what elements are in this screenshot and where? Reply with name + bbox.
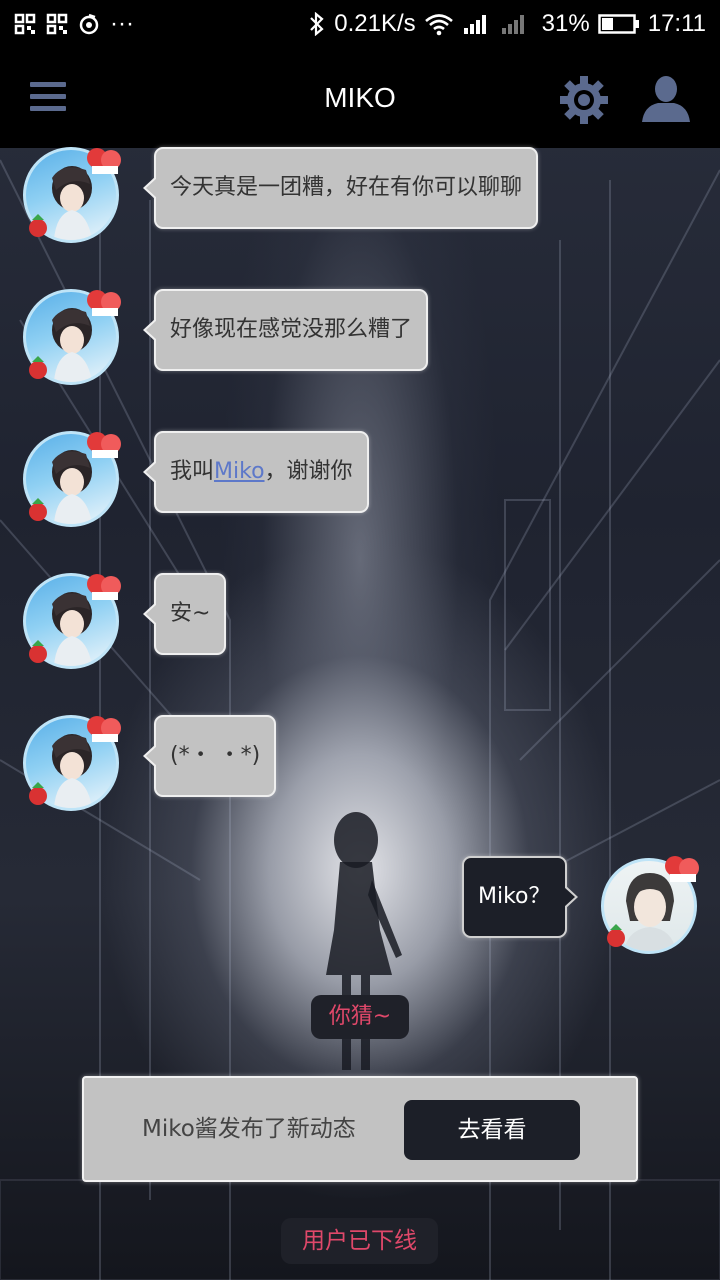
message-row: (*・ ・*): [0, 708, 720, 811]
wifi-icon: [424, 11, 454, 37]
message-bubble: Miko？: [462, 856, 577, 938]
strawberry-icon: [87, 574, 121, 600]
qr-code-icon: [46, 11, 68, 37]
strawberry-icon: [87, 148, 121, 174]
battery-percent: 31%: [541, 10, 590, 37]
message-bubble: 安~: [142, 573, 227, 655]
page-title: MIKO: [324, 82, 396, 113]
message-row: 我叫Miko，谢谢你: [0, 424, 720, 527]
message-bubble: (*・ ・*): [142, 715, 277, 797]
message-bubble: 好像现在感觉没那么糟了: [142, 289, 429, 371]
hint-pill[interactable]: 你猜~: [311, 995, 409, 1039]
strawberry-icon: [29, 782, 47, 805]
overflow-indicator: ···: [110, 10, 134, 37]
message-row: 好像现在感觉没那么糟了: [0, 282, 720, 385]
strawberry-icon: [87, 290, 121, 316]
notification-text: Miko酱发布了新动态: [142, 1116, 356, 1142]
bluetooth-icon: [308, 11, 326, 37]
network-speed: 0.21K/s: [334, 10, 416, 37]
message-bubble: 今天真是一团糟，好在有你可以聊聊: [142, 147, 539, 229]
strawberry-icon: [29, 356, 47, 379]
strawberry-icon: [87, 432, 121, 458]
gear-icon[interactable]: [558, 74, 610, 126]
strawberry-icon: [29, 640, 47, 663]
clock: 17:11: [647, 10, 706, 37]
message-text: ，谢谢你: [264, 459, 353, 484]
message-row: 今天真是一团糟，好在有你可以聊聊: [0, 140, 720, 243]
view-button[interactable]: 去看看: [404, 1100, 580, 1160]
offline-status-badge: 用户已下线: [281, 1218, 438, 1264]
signal-icon: [462, 11, 492, 37]
app-bar: MIKO: [0, 48, 720, 148]
strawberry-icon: [665, 856, 699, 882]
message-row: 安~: [0, 566, 720, 669]
battery-icon: [597, 11, 640, 37]
qr-code-icon: [14, 11, 36, 37]
strawberry-icon: [29, 498, 47, 521]
notification-card: Miko酱发布了新动态 去看看: [82, 1076, 638, 1182]
strawberry-icon: [87, 716, 121, 742]
strawberry-icon: [29, 214, 47, 237]
signal-2-icon: [500, 11, 534, 37]
status-bar: ··· 0.21K/s 31% 17:11: [0, 0, 720, 48]
message-row: Miko？: [0, 850, 720, 954]
message-bubble: 我叫Miko，谢谢你: [143, 431, 369, 513]
strawberry-icon: [607, 924, 625, 947]
app-notification-icon: [78, 11, 100, 37]
name-link[interactable]: Miko: [214, 459, 265, 484]
user-icon[interactable]: [638, 74, 694, 126]
message-text: 我叫: [170, 459, 215, 484]
